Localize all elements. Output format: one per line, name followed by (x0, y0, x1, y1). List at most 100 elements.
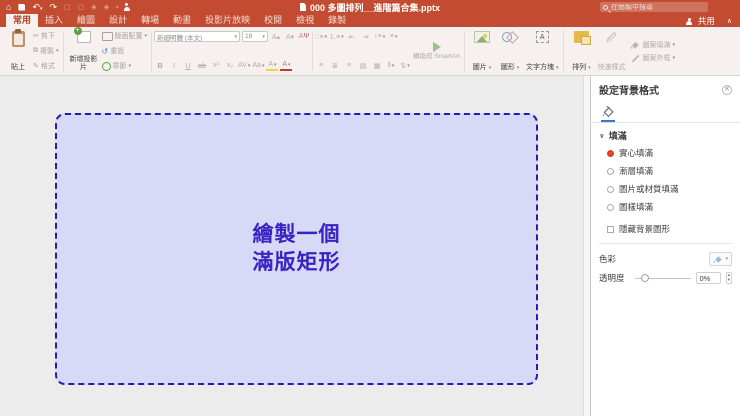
ribbon-tabbar: 常用 插入 繪圖 設計 轉場 動畫 投影片放映 校閱 檢視 錄製 共用 ∧ (0, 12, 740, 27)
save-icon[interactable] (18, 3, 26, 11)
tab-draw[interactable]: 繪圖 (70, 12, 102, 27)
home-icon[interactable]: ⌂ (6, 2, 11, 12)
option-solid-fill[interactable]: 實心填滿 (591, 144, 740, 162)
tab-home[interactable]: 常用 (6, 12, 39, 27)
reset-button[interactable]: ↺ 重設 (102, 46, 148, 56)
format-painter-button[interactable]: ✎ 格式 (33, 61, 59, 71)
picture-button[interactable]: 圖片 ▾ (469, 29, 495, 73)
align-center-button[interactable]: ≣ (329, 60, 341, 71)
titlebar: ⌂ ↶▾ ↷ ▢ ▢ ◈ ◈ ▪ 000 多圖排列__進階篇合集.pptx (0, 0, 740, 14)
tab-animations[interactable]: 動畫 (166, 12, 198, 27)
line-spacing-button[interactable]: ↕≡ ▾ (374, 31, 386, 42)
align-left-button[interactable]: ≡ (315, 60, 327, 71)
redo-icon[interactable]: ↷ (50, 2, 58, 12)
copy-button[interactable]: ⧉ 複製 ▾ (33, 46, 59, 56)
arrange-icon (573, 31, 591, 45)
tab-design[interactable]: 設計 (102, 12, 134, 27)
increase-indent-button[interactable]: ⇥ (360, 31, 372, 42)
slider-handle[interactable] (640, 274, 649, 282)
arrange-group: 排列 ▾ 🖉 快速樣式 (566, 29, 628, 73)
underline-button[interactable]: U (182, 60, 194, 71)
hide-background-checkbox[interactable]: 隱藏背景圖形 (591, 220, 740, 238)
italic-button[interactable]: I (168, 60, 180, 71)
font-name-combo[interactable]: 新細明體 (本文) ▾ (154, 31, 241, 42)
font-size-combo[interactable]: 18 ▾ (242, 31, 269, 42)
columns-button[interactable]: ▦ (371, 60, 383, 71)
tab-view[interactable]: 檢視 (289, 12, 321, 27)
change-case-button[interactable]: Aa ▾ (252, 60, 264, 71)
step-down-icon[interactable]: ▾ (728, 277, 730, 283)
toolbar-icon: ▢ (77, 3, 85, 11)
toolbar-icon: ▪ (116, 3, 119, 11)
close-panel-icon[interactable]: ✕ (722, 84, 732, 95)
ribbon-separator (563, 31, 565, 71)
transparency-slider[interactable] (634, 274, 691, 282)
share-button[interactable]: 共用 (698, 15, 715, 27)
color-label: 色彩 (599, 254, 617, 264)
tab-insert[interactable]: 插入 (38, 12, 70, 27)
account-icon[interactable] (123, 3, 131, 11)
justify-button[interactable]: ▤ (357, 60, 369, 71)
slide-canvas[interactable]: 繪製一個 滿版矩形 (0, 76, 590, 416)
tab-slideshow[interactable]: 投影片放映 (198, 12, 257, 27)
section-button[interactable]: 章節 ▾ (101, 61, 148, 71)
shrink-font-button[interactable]: A▾ (284, 31, 296, 42)
grow-font-button[interactable]: A▴ (270, 31, 282, 42)
quick-styles-icon: 🖉 (606, 33, 617, 44)
highlight-color-button[interactable]: A ▾ (266, 60, 279, 71)
text-direction-button[interactable]: ⫴ ▾ (385, 60, 397, 71)
shape-outline-button[interactable]: 圖案外框 ▾ (630, 53, 675, 63)
superscript-button[interactable]: x² (210, 60, 222, 71)
fill-section-header[interactable]: ∨ 填滿 (591, 123, 740, 144)
radio-selected-icon (607, 149, 614, 157)
textbox-button[interactable]: A 文字方塊 ▾ (525, 29, 559, 73)
shapes-icon (501, 31, 518, 43)
panel-divider (599, 243, 732, 244)
arrange-button[interactable]: 排列 ▾ (568, 29, 594, 73)
bold-button[interactable]: B (154, 60, 166, 71)
transparency-value[interactable]: 0% (695, 272, 721, 284)
font-color-button[interactable]: A ▾ (280, 60, 293, 71)
new-slide-button[interactable]: 新增投影片 (68, 27, 100, 73)
subscript-button[interactable]: x₂ (224, 60, 236, 71)
ribbon-separator (62, 31, 64, 71)
panel-title: 設定背景格式 (599, 86, 659, 97)
option-gradient-fill[interactable]: 漸層填滿 (591, 162, 740, 180)
convert-smartart-button[interactable]: 轉換成 SmartArt (411, 29, 462, 73)
transparency-stepper[interactable]: ▴ ▾ (725, 272, 732, 284)
layout-button[interactable]: 版面配置 ▾ (101, 31, 147, 41)
full-bleed-rectangle-shape[interactable]: 繪製一個 滿版矩形 (55, 113, 538, 385)
shape-text-line1: 繪製一個 (252, 222, 341, 246)
fill-tab[interactable] (601, 105, 615, 122)
numbering-button[interactable]: ⒈≡ ▾ (329, 31, 344, 42)
option-pattern-fill[interactable]: 圖樣填滿 (591, 198, 740, 216)
option-picture-texture-fill[interactable]: 圖片或材質填滿 (591, 180, 740, 198)
strikethrough-button[interactable]: ab (196, 60, 208, 71)
bullets-button[interactable]: ∷≡ ▾ (315, 31, 327, 42)
align-right-button[interactable]: ≡ (343, 60, 355, 71)
quick-styles-button[interactable]: 🖉 快速樣式 (596, 29, 626, 73)
radio-icon (607, 203, 614, 211)
vertical-scrollbar[interactable] (583, 76, 590, 416)
transparency-row: 透明度 0% ▴ ▾ (591, 269, 740, 287)
color-picker-button[interactable]: ▾ (709, 252, 732, 266)
toolbar-icon: ◈ (91, 3, 97, 11)
clear-formatting-button[interactable]: A𝚿 (298, 31, 310, 42)
cut-button[interactable]: ✂ 剪下 (33, 31, 59, 41)
search-input[interactable] (611, 3, 705, 11)
radio-icon (607, 167, 614, 175)
shape-fill-button[interactable]: 圖案填滿 ▾ (630, 40, 675, 50)
shapes-button[interactable]: 圖形 ▾ (497, 29, 523, 73)
character-spacing-button[interactable]: AV ▾ (238, 60, 250, 71)
align-text-button[interactable]: ⇅ ▾ (399, 60, 411, 71)
paste-button[interactable]: 貼上 (5, 29, 31, 73)
picture-icon (473, 31, 490, 43)
decrease-indent-button[interactable]: ⇤ (346, 31, 358, 42)
undo-icon[interactable]: ↶▾ (32, 2, 42, 12)
tab-record[interactable]: 錄製 (321, 12, 353, 27)
collapse-ribbon-icon[interactable]: ∧ (727, 17, 732, 25)
paragraph-misc-button[interactable]: ≡ ▾ (388, 31, 400, 42)
search-box[interactable] (600, 2, 708, 12)
tab-transitions[interactable]: 轉場 (134, 12, 166, 27)
tab-review[interactable]: 校閱 (257, 12, 289, 27)
